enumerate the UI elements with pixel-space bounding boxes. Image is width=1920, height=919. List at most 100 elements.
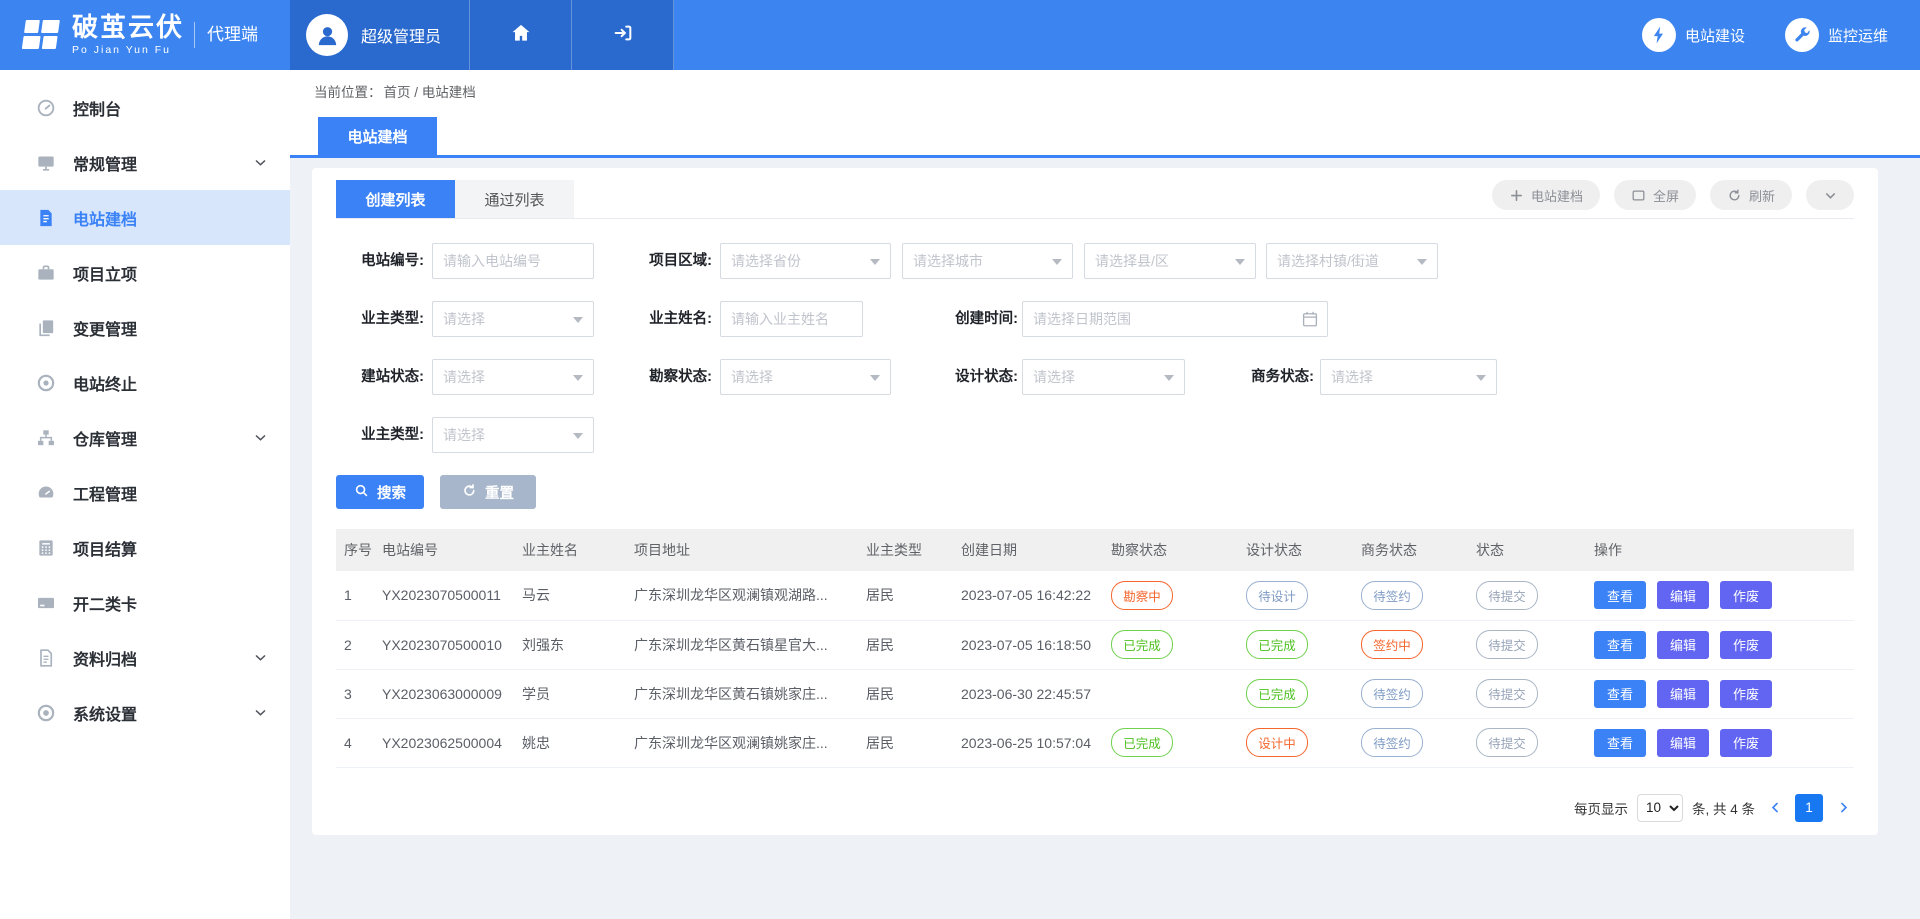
filter-label: 设计状态:	[940, 359, 1018, 395]
business-status-badge: 签约中	[1361, 630, 1423, 659]
chevron-down-icon	[253, 155, 268, 170]
business-status-badge: 待签约	[1361, 728, 1423, 757]
filter-text-input[interactable]	[432, 243, 594, 279]
cell-created-date: 2023-07-05 16:42:22	[953, 571, 1103, 620]
toolbar-button[interactable]: 全屏	[1614, 180, 1696, 210]
status-badge: 待提交	[1476, 679, 1538, 708]
header-nav-item[interactable]: 监控运维	[1785, 18, 1888, 52]
sidebar-item[interactable]: 系统设置	[0, 685, 290, 740]
row-action-button[interactable]: 作废	[1720, 680, 1772, 708]
row-action-button[interactable]: 作废	[1720, 581, 1772, 609]
list-tab[interactable]: 通过列表	[455, 180, 574, 218]
sidebar-item[interactable]: 电站建档	[0, 190, 290, 245]
cell-actions: 查看编辑作废	[1586, 620, 1854, 669]
table-row: 3 YX2023063000009 学员 广东深圳龙华区黄石镇姚家庄... 居民…	[336, 669, 1854, 718]
filter-text-input[interactable]	[720, 301, 863, 337]
toolbar-button[interactable]: 刷新	[1710, 180, 1792, 210]
sidebar-item[interactable]: 控制台	[0, 80, 290, 135]
refresh-icon	[1727, 188, 1742, 203]
filter-label: 业主类型:	[336, 417, 424, 453]
filter-select[interactable]: 请选择	[1022, 359, 1185, 395]
current-user[interactable]: 超级管理员	[290, 0, 470, 70]
caret-down-icon	[1164, 375, 1174, 386]
filter-select[interactable]: 请选择省份	[720, 243, 891, 279]
sidebar-item[interactable]: 仓库管理	[0, 410, 290, 465]
filter-select[interactable]: 请选择	[432, 301, 594, 337]
header-nav-item[interactable]: 电站建设	[1642, 18, 1745, 52]
station-table: 序号电站编号业主姓名项目地址业主类型创建日期勘察状态设计状态商务状态状态操作 1…	[336, 529, 1854, 768]
row-action-button[interactable]: 查看	[1594, 581, 1646, 609]
cell-index: 2	[336, 620, 374, 669]
sidebar-item[interactable]: 电站终止	[0, 355, 290, 410]
row-action-button[interactable]: 编辑	[1657, 631, 1709, 659]
reset-button[interactable]: 重置	[440, 475, 536, 509]
sidebar-item[interactable]: 资料归档	[0, 630, 290, 685]
status-badge: 待提交	[1476, 630, 1538, 659]
sidebar-item-label: 常规管理	[73, 151, 137, 175]
sidebar-item[interactable]: 工程管理	[0, 465, 290, 520]
select-placeholder: 请选择村镇/街道	[1277, 251, 1379, 271]
row-action-button[interactable]: 作废	[1720, 631, 1772, 659]
filter-form: 电站编号:	[336, 243, 1854, 453]
header-spacer	[674, 0, 1642, 70]
next-page-button[interactable]	[1832, 794, 1854, 822]
select-placeholder: 请选择	[443, 425, 485, 445]
row-action-button[interactable]: 查看	[1594, 729, 1646, 757]
filter-select[interactable]: 请选择	[1320, 359, 1497, 395]
table-header-cell: 设计状态	[1238, 529, 1353, 571]
cell-address: 广东深圳龙华区观澜镇姚家庄...	[626, 718, 858, 767]
cell-owner-type: 居民	[858, 620, 953, 669]
document-icon	[36, 208, 56, 228]
cell-owner-name: 马云	[514, 571, 626, 620]
home-button[interactable]	[470, 0, 572, 70]
sidebar-item[interactable]: 常规管理	[0, 135, 290, 190]
page-tabstrip: 电站建档	[290, 112, 1920, 158]
logout-button[interactable]	[572, 0, 674, 70]
filter-date-input[interactable]	[1022, 301, 1328, 337]
calculator-icon	[36, 538, 56, 558]
filter-select[interactable]: 请选择村镇/街道	[1266, 243, 1438, 279]
row-action-button[interactable]: 编辑	[1657, 680, 1709, 708]
per-page-select[interactable]: 10	[1637, 794, 1683, 822]
cell-created-date: 2023-07-05 16:18:50	[953, 620, 1103, 669]
row-action-button[interactable]: 作废	[1720, 729, 1772, 757]
sidebar: 控制台 常规管理 电站建档 项目立项	[0, 70, 290, 919]
sidebar-item[interactable]: 变更管理	[0, 300, 290, 355]
sidebar-item-label: 变更管理	[73, 316, 137, 340]
cell-address: 广东深圳龙华区黄石镇姚家庄...	[626, 669, 858, 718]
cell-station-code: YX2023070500011	[374, 571, 514, 620]
filter-select[interactable]: 请选择	[432, 359, 594, 395]
current-page-button[interactable]: 1	[1795, 794, 1823, 822]
filter-select[interactable]: 请选择县/区	[1084, 243, 1256, 279]
filter-select[interactable]: 请选择城市	[902, 243, 1073, 279]
briefcase-icon	[36, 263, 56, 283]
filter-select[interactable]: 请选择	[432, 417, 594, 453]
select-placeholder: 请选择	[1033, 367, 1075, 387]
sidebar-item[interactable]: 项目立项	[0, 245, 290, 300]
cell-owner-type: 居民	[858, 669, 953, 718]
row-action-button[interactable]: 查看	[1594, 680, 1646, 708]
cell-owner-name: 姚忠	[514, 718, 626, 767]
total-count-label: 条, 共 4 条	[1692, 798, 1755, 818]
sidebar-item[interactable]: 项目结算	[0, 520, 290, 575]
filter-select[interactable]: 请选择	[720, 359, 891, 395]
toolbar-button[interactable]: 电站建档	[1492, 180, 1600, 210]
station-archive-card: 创建列表通过列表 电站建档 全屏 刷新	[312, 168, 1878, 835]
header-nav-label: 电站建设	[1685, 25, 1745, 46]
row-action-button[interactable]: 编辑	[1657, 729, 1709, 757]
search-button[interactable]: 搜索	[336, 475, 424, 509]
list-tabs: 创建列表通过列表	[336, 180, 574, 218]
list-tab[interactable]: 创建列表	[336, 180, 455, 218]
table-row: 1 YX2023070500011 马云 广东深圳龙华区观澜镇观湖路... 居民…	[336, 571, 1854, 620]
prev-page-button[interactable]	[1764, 794, 1786, 822]
sidebar-item[interactable]: 开二类卡	[0, 575, 290, 630]
toolbar-button-label: 电站建档	[1531, 186, 1583, 205]
plus-icon	[1509, 188, 1524, 203]
row-action-button[interactable]: 查看	[1594, 631, 1646, 659]
caret-down-icon	[1235, 259, 1245, 270]
filter-label: 勘察状态:	[634, 359, 712, 395]
breadcrumb-prefix: 当前位置：	[314, 81, 382, 101]
page-tab-station-archive[interactable]: 电站建档	[318, 117, 437, 155]
toolbar-button[interactable]	[1806, 180, 1854, 210]
row-action-button[interactable]: 编辑	[1657, 581, 1709, 609]
